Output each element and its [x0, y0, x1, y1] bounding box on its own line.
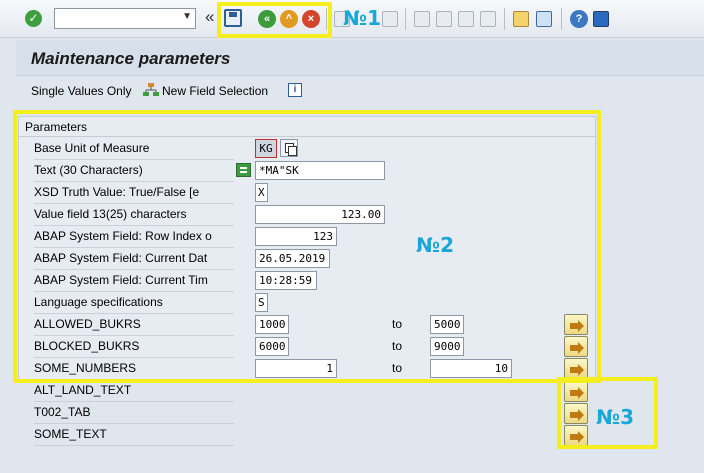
info-icon[interactable]: i — [288, 83, 302, 97]
last-page-icon[interactable] — [480, 11, 496, 27]
toolbar-separator — [504, 8, 505, 30]
collapse-command-icon[interactable]: « — [205, 7, 214, 27]
annotation-label-1: №1 — [343, 6, 381, 30]
layout-menu-icon[interactable] — [593, 11, 609, 27]
title-bar: Maintenance parameters — [16, 40, 704, 76]
label-t002-tab: T002_TAB — [34, 403, 234, 424]
help-icon[interactable]: ? — [570, 10, 588, 28]
find-next-icon[interactable] — [382, 11, 398, 27]
single-values-only-button[interactable]: Single Values Only — [31, 84, 132, 98]
annotation-label-2: №2 — [416, 233, 454, 257]
enter-check-icon[interactable]: ✓ — [25, 10, 42, 27]
next-page-icon[interactable] — [458, 11, 474, 27]
toolbar-separator — [561, 8, 562, 30]
chevron-down-icon[interactable]: ▼ — [182, 11, 192, 22]
previous-page-icon[interactable] — [436, 11, 452, 27]
command-field[interactable]: ▼ — [54, 8, 196, 29]
toolbar-separator — [405, 8, 406, 30]
label-some-text: SOME_TEXT — [34, 425, 234, 446]
first-page-icon[interactable] — [414, 11, 430, 27]
new-field-selection-button[interactable]: New Field Selection — [162, 84, 268, 98]
label-alt-land-text: ALT_LAND_TEXT — [34, 381, 234, 402]
new-session-icon[interactable] — [513, 11, 529, 27]
hierarchy-icon — [143, 83, 159, 96]
annotation-box-2 — [13, 110, 601, 383]
page-title: Maintenance parameters — [31, 49, 231, 68]
shortcut-icon[interactable] — [536, 11, 552, 27]
application-toolbar: Single Values Only New Field Selection i — [16, 77, 704, 105]
annotation-label-3: №3 — [596, 405, 634, 429]
annotation-box-1 — [217, 2, 332, 38]
